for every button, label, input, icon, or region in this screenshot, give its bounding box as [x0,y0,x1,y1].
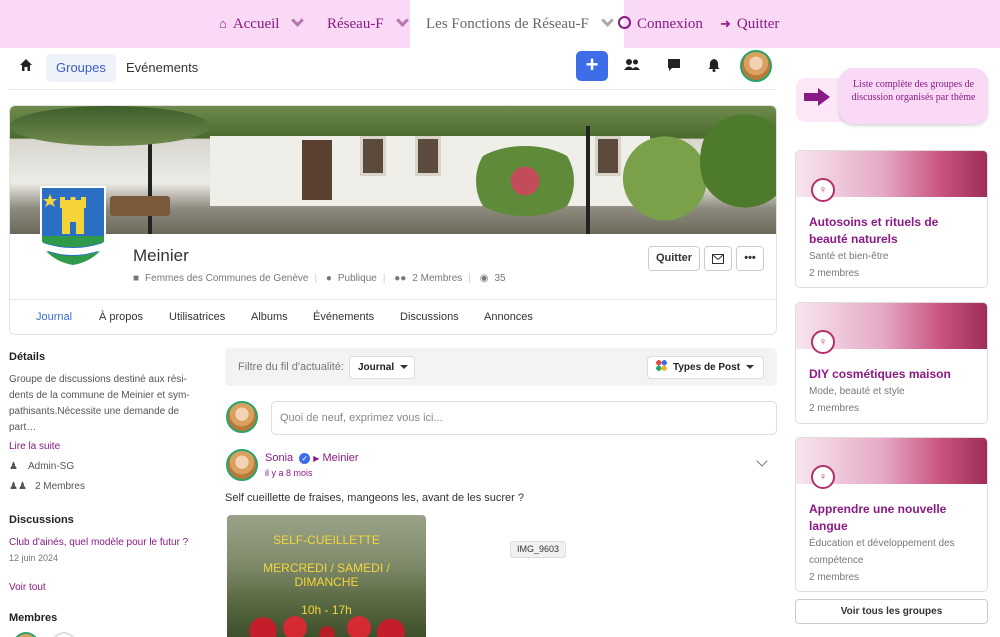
group-description: Groupe de discussions destiné aux rési- … [9,374,190,433]
bell-icon[interactable] [706,58,722,72]
image-tooltip: IMG_9603 [510,541,567,558]
post-group-link[interactable]: Meinier [322,452,358,464]
group-category-link[interactable]: Femmes des Communes de Genève [145,273,308,284]
home-icon: ⌂ [219,16,227,31]
details-heading: Détails [9,351,46,363]
group-meta: ■ Femmes des Communes de Genève | ● Publiqu… [133,273,506,284]
post-author-avatar[interactable] [226,449,258,481]
tab-journal[interactable]: Journal [27,300,81,334]
group-header-card: Meinier ■ Femmes des Communes de Genève | … [9,105,777,335]
post-header: Sonia ✓ ▶ Meinier [265,452,359,464]
post-author-link[interactable]: Sonia [265,452,293,464]
messages-icon[interactable] [666,58,682,72]
members-heading: Membres [9,612,58,624]
top-menu: ⌂ Accueil Réseau-F Les Fonctions de Résea… [0,0,1000,48]
more-options-button[interactable]: ••• [736,246,764,271]
tab-annonces[interactable]: Annonces [484,300,533,334]
female-symbol-icon: ♀ [811,178,835,202]
member-avatar[interactable] [51,632,77,637]
sign-out-icon: ➜ [720,16,731,31]
members-row: ♟♟ 2 Membres [9,481,85,492]
admin-row: ♟ Admin-SG [9,461,75,472]
members-icon: ●● [394,273,407,284]
chevron-down-icon [601,14,614,27]
post-image[interactable]: SELF-CUEILLETTE MERCREDI / SAMEDI / DIMA… [227,515,426,637]
see-all-discussions-link[interactable]: Voir tout [9,582,46,593]
home-icon[interactable] [19,58,33,72]
tab-a-propos[interactable]: À propos [99,300,143,334]
group-card-title[interactable]: Apprendre une nouvelle langue [809,501,979,535]
commune-crest-image [40,186,106,266]
tab-albums[interactable]: Albums [251,300,288,334]
menu-quitter[interactable]: ➜ Quitter [720,0,779,48]
menu-accueil[interactable]: ⌂ Accueil [219,0,305,48]
eye-icon: ◉ [479,273,489,284]
avatar [226,401,258,433]
tab-discussions[interactable]: Discussions [400,300,459,334]
post-text: Self cueillette de fraises, mangeons les… [225,492,524,504]
group-card-category: Santé et bien-être [809,251,889,262]
discussion-date: 12 juin 2024 [9,553,59,563]
menu-reseau-f[interactable]: Réseau-F [327,0,409,48]
email-button[interactable] [704,246,732,271]
tab-utilisatrices[interactable]: Utilisatrices [169,300,225,334]
envelope-icon [712,254,724,264]
folder-icon: ■ [133,273,140,284]
discussions-heading: Discussions [9,514,74,526]
group-card-title[interactable]: DIY cosmétiques maison [809,366,979,383]
feed-filter-select[interactable]: Journal [349,356,415,379]
group-card-title[interactable]: Autosoins et rituels de beauté naturels [809,214,979,248]
discussion-link[interactable]: Club d'ainés, quel modèle pour le futur … [9,537,188,548]
ellipsis-icon: ••• [744,252,756,264]
chevron-down-icon [395,14,409,27]
arrow-right-icon [804,88,830,106]
group-card-members: 2 membres [809,572,860,583]
user-circle-icon [618,16,631,29]
user-icon: ♟ [9,461,18,472]
cover-photo [10,106,776,234]
compose-input[interactable]: Quoi de neuf, exprimez vous ici... [271,401,777,435]
post-options-chevron-icon[interactable] [756,455,768,467]
group-card[interactable]: ♀ Apprendre une nouvelle langue Éducatio… [795,437,988,592]
menu-fonctions[interactable]: Les Fonctions de Réseau-F [410,0,624,48]
group-nav: Groupes Evénements + [9,48,776,90]
group-card-category: Mode, beauté et style [809,386,905,397]
quit-group-button[interactable]: Quitter [648,246,700,271]
group-card-category: Éducation et développement des compétenc… [809,538,955,566]
create-button[interactable]: + [576,51,608,81]
caret-down-icon [400,365,409,369]
menu-connexion[interactable]: Connexion [618,0,703,48]
member-avatar[interactable] [13,632,39,637]
post-time[interactable]: il y a 8 mois [265,468,313,478]
group-title: Meinier [133,246,189,265]
members-icon: ♟♟ [9,481,27,492]
tab-evenements[interactable]: Evénements [116,54,208,82]
female-symbol-icon: ♀ [811,465,835,489]
see-all-groups-button[interactable]: Voir tous les groupes [795,599,988,624]
post-types-select[interactable]: Types de Post [647,356,764,379]
group-card-members: 2 membres [809,268,860,279]
group-list-banner[interactable]: Liste complète des groupes de discussion… [796,68,988,124]
caret-down-icon [746,365,755,369]
female-symbol-icon: ♀ [811,330,835,354]
read-more-link[interactable]: Lire la suite [9,441,60,452]
verified-icon: ✓ [299,453,311,464]
avatar[interactable] [740,50,772,82]
globe-icon: ● [325,273,332,284]
group-card-members: 2 membres [809,403,860,414]
users-icon[interactable] [624,58,640,72]
group-tabs: Journal À propos Utilisatrices Albums Év… [10,299,776,334]
tab-evenements[interactable]: Événements [313,300,374,334]
chevron-down-icon [291,14,305,27]
caret-right-icon: ▶ [313,454,320,463]
filter-label: Filtre du fil d'actualité: [238,361,345,373]
group-card[interactable]: ♀ Autosoins et rituels de beauté naturel… [795,150,988,288]
tab-groupes[interactable]: Groupes [46,54,116,82]
group-card[interactable]: ♀ DIY cosmétiques maison Mode, beauté et… [795,302,988,424]
group-list-banner-text: Liste complète des groupes de discussion… [839,68,988,124]
colored-dots-icon [656,360,667,371]
feed-filter-bar: Filtre du fil d'actualité: Journal Types… [225,348,777,386]
